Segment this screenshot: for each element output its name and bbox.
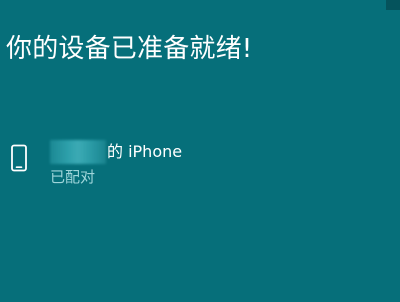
device-name: 的 iPhone [107,142,183,161]
device-name-row: 的 iPhone [50,140,182,164]
device-status: 已配对 [50,168,96,186]
device-list-item[interactable]: 的 iPhone 已配对 [10,140,270,190]
device-name-redacted [50,140,106,164]
top-strip [0,0,386,10]
phone-icon [11,144,27,172]
page-title: 你的设备已准备就绪! [6,34,253,64]
corner-block [386,0,400,10]
